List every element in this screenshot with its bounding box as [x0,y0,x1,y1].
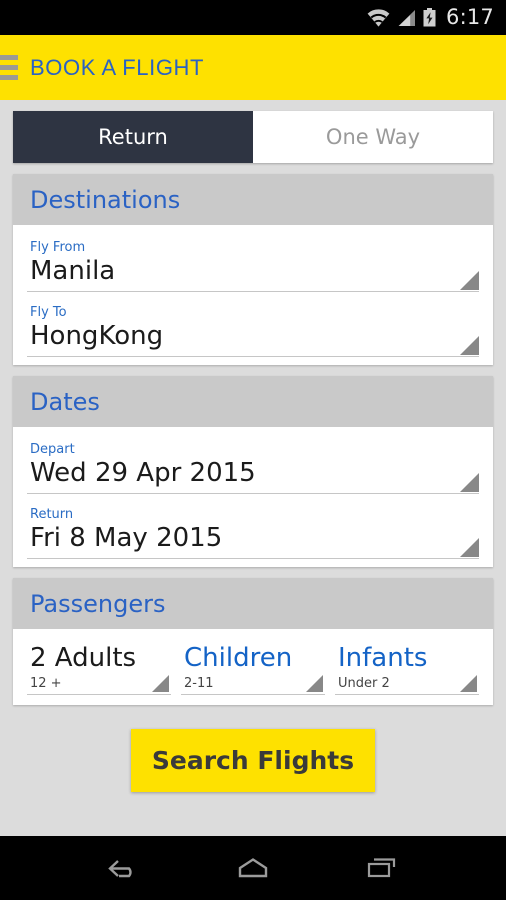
wifi-icon [367,8,390,27]
fly-to-field[interactable]: Fly To HongKong [27,294,479,359]
infants-value: Infants [338,643,428,673]
tab-one-way[interactable]: One Way [253,111,493,163]
return-dropdown-icon[interactable] [460,538,479,557]
android-nav-bar [0,836,506,900]
children-value: Children [184,643,293,673]
dates-header: Dates [13,376,493,427]
depart-underline [27,493,479,494]
children-selector[interactable]: Children 2-11 [181,641,325,695]
adults-value: 2 Adults [30,643,137,673]
tab-return-label: Return [98,125,168,149]
children-dropdown-icon[interactable] [306,675,323,692]
fly-to-underline [27,356,479,357]
fly-from-label: Fly From [30,240,86,255]
return-label: Return [30,507,74,522]
signal-icon [398,9,416,26]
fly-from-value: Manila [30,256,116,286]
hamburger-menu-icon[interactable] [0,55,18,80]
adults-dropdown-icon[interactable] [152,675,169,692]
page-title: BOOK A FLIGHT [30,54,205,80]
fly-from-field[interactable]: Fly From Manila [27,229,479,294]
home-icon[interactable] [235,855,271,881]
dates-title: Dates [30,388,100,416]
return-value: Fri 8 May 2015 [30,523,223,553]
passengers-body: 2 Adults 12 + Children 2-11 Infants Unde… [13,629,493,705]
search-flights-button[interactable]: Search Flights [131,729,375,792]
status-bar: 6:17 [0,0,506,35]
battery-charging-icon [423,8,436,27]
infants-underline [335,694,479,695]
depart-date-field[interactable]: Depart Wed 29 Apr 2015 [27,431,479,496]
passengers-card: Passengers 2 Adults 12 + Children 2-11 I… [13,578,493,705]
destinations-card: Destinations Fly From Manila Fly To Hong… [13,174,493,365]
depart-value: Wed 29 Apr 2015 [30,458,256,488]
tab-return[interactable]: Return [13,111,253,163]
trip-type-tabs: Return One Way [13,111,493,163]
tab-one-way-label: One Way [325,125,421,149]
destinations-body: Fly From Manila Fly To HongKong [13,225,493,365]
app-bar: BOOK A FLIGHT [0,35,506,100]
infants-age-range: Under 2 [338,676,390,691]
adults-underline [27,694,171,695]
children-age-range: 2-11 [184,676,214,691]
depart-label: Depart [30,442,75,457]
passenger-selectors: 2 Adults 12 + Children 2-11 Infants Unde… [27,633,479,699]
fly-to-dropdown-icon[interactable] [460,336,479,355]
back-icon[interactable] [106,855,142,881]
destinations-title: Destinations [30,186,181,214]
dates-card: Dates Depart Wed 29 Apr 2015 Return Fri … [13,376,493,567]
passengers-header: Passengers [13,578,493,629]
destinations-header: Destinations [13,174,493,225]
search-button-container: Search Flights [0,729,506,792]
return-underline [27,558,479,559]
passengers-title: Passengers [30,590,166,618]
app-root: 6:17 BOOK A FLIGHT Return One Way Destin… [0,0,506,900]
status-bar-clock: 6:17 [446,5,494,29]
children-underline [181,694,325,695]
adults-selector[interactable]: 2 Adults 12 + [27,641,171,695]
adults-age-range: 12 + [30,676,62,691]
depart-dropdown-icon[interactable] [460,473,479,492]
recents-icon[interactable] [364,855,400,881]
dates-body: Depart Wed 29 Apr 2015 Return Fri 8 May … [13,427,493,567]
fly-to-value: HongKong [30,321,164,351]
infants-dropdown-icon[interactable] [460,675,477,692]
infants-selector[interactable]: Infants Under 2 [335,641,479,695]
fly-to-label: Fly To [30,305,67,320]
return-date-field[interactable]: Return Fri 8 May 2015 [27,496,479,561]
fly-from-underline [27,291,479,292]
fly-from-dropdown-icon[interactable] [460,271,479,290]
